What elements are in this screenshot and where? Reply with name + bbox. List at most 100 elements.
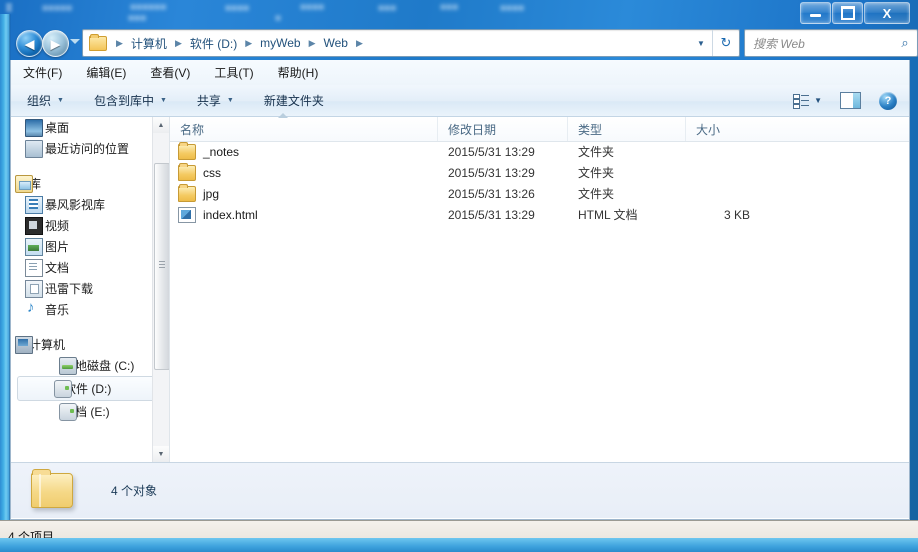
blurred-desktop-text: ■■■■ (300, 2, 325, 13)
address-bar[interactable]: ▶ 计算机 ▶ 软件 (D:) ▶ myWeb ▶ Web ▶ ▼ ↻ (82, 29, 740, 57)
file-size-cell (686, 162, 772, 183)
share-button[interactable]: 共享 ▼ (197, 92, 234, 109)
sidebar-item-drive-e[interactable]: 文档 (E:) (11, 401, 169, 422)
breadcrumb-separator-icon: ▶ (245, 37, 253, 48)
sidebar-item-videos[interactable]: 视频 (11, 215, 169, 236)
menu-item-edit[interactable]: 编辑(E) (86, 64, 126, 81)
pictures-icon (25, 237, 43, 256)
breadcrumb-item-drive-d[interactable]: 软件 (D:) (188, 35, 239, 52)
address-bar-right-controls: ▼ ↻ (690, 30, 739, 56)
breadcrumb-item-web[interactable]: Web (321, 36, 349, 50)
address-dropdown-icon[interactable]: ▼ (690, 39, 712, 48)
sidebar-item-label: 桌面 (45, 121, 70, 135)
sidebar-group-computer[interactable]: 计算机 (11, 334, 169, 355)
search-icon: ⌕ (901, 35, 909, 50)
table-row[interactable]: index.html 2015/5/31 13:29 HTML 文档 3 KB (170, 204, 909, 225)
table-row[interactable]: css 2015/5/31 13:29 文件夹 (170, 162, 909, 183)
breadcrumb-separator-icon: ▶ (174, 37, 182, 48)
column-header-size[interactable]: 大小 (686, 117, 772, 141)
menu-item-tools[interactable]: 工具(T) (214, 64, 253, 81)
preview-pane-icon[interactable] (840, 92, 861, 109)
file-type-cell: 文件夹 (578, 166, 615, 180)
change-view-icon[interactable] (793, 93, 810, 109)
command-toolbar: 组织 ▼ 包含到库中 ▼ 共享 ▼ 新建文件夹 ▼ ? (11, 85, 909, 117)
sidebar-item-thunder-downloads[interactable]: 迅雷下载 (11, 278, 169, 299)
back-button[interactable]: ◀ (16, 30, 43, 57)
maximize-button[interactable] (832, 2, 863, 24)
view-dropdown-icon[interactable]: ▼ (814, 96, 822, 105)
scroll-down-button[interactable]: ▼ (153, 446, 169, 462)
blurred-desktop-text: ■■■■■■ (130, 2, 167, 13)
recent-locations-dropdown-icon[interactable] (70, 39, 80, 44)
blurred-desktop-text: ■■■■ (225, 3, 250, 14)
organize-button[interactable]: 组织 ▼ (27, 92, 64, 109)
file-date-cell: 2015/5/31 13:29 (448, 165, 535, 180)
file-date-cell: 2015/5/31 13:26 (448, 186, 535, 201)
file-size-cell (686, 183, 772, 204)
sidebar-item-label: 视频 (45, 219, 70, 233)
new-folder-button[interactable]: 新建文件夹 (264, 92, 324, 109)
menu-item-file[interactable]: 文件(F) (23, 64, 62, 81)
file-name-cell[interactable]: css (170, 162, 438, 183)
sidebar-group-libraries[interactable]: 库 (11, 173, 169, 194)
column-header-label: 类型 (578, 122, 603, 137)
window-controls: X (799, 2, 910, 24)
minimize-icon (810, 14, 821, 17)
menu-item-view[interactable]: 查看(V) (150, 64, 190, 81)
column-header-name[interactable]: 名称 (170, 113, 438, 141)
sidebar-item-label: 暴风影视库 (45, 198, 106, 212)
desktop-background-bottom (0, 538, 918, 552)
file-name-cell[interactable]: index.html (170, 204, 438, 225)
menu-item-help[interactable]: 帮助(H) (278, 64, 319, 81)
sidebar-item-label: 图片 (45, 240, 70, 254)
sidebar-item-music[interactable]: 音乐 (11, 299, 169, 320)
sidebar-item-baofeng-library[interactable]: 暴风影视库 (11, 194, 169, 215)
file-name-cell[interactable]: jpg (170, 183, 438, 204)
scrollbar-thumb[interactable] (154, 163, 169, 370)
music-icon (25, 299, 41, 318)
sidebar-item-label: 计算机 (29, 338, 66, 352)
file-list-pane: 名称 修改日期 类型 大小 _notes 2015/5/31 13:29 文件夹… (170, 113, 909, 462)
video-icon (25, 216, 43, 235)
chevron-down-icon: ▼ (57, 97, 64, 104)
sidebar-item-documents[interactable]: 文档 (11, 257, 169, 278)
share-label: 共享 (196, 94, 221, 108)
breadcrumb-item-computer[interactable]: 计算机 (129, 35, 169, 52)
sidebar-item-desktop[interactable]: 桌面 (11, 117, 169, 138)
help-icon[interactable]: ? (879, 91, 897, 110)
video-library-icon (25, 195, 43, 214)
file-type-cell: 文件夹 (578, 145, 615, 159)
file-name-label: _notes (203, 144, 240, 159)
column-header-label: 名称 (180, 122, 205, 137)
new-folder-label: 新建文件夹 (263, 94, 324, 108)
scroll-up-button[interactable]: ▲ (153, 117, 169, 133)
library-icon (15, 174, 33, 193)
drive-icon (54, 379, 72, 398)
sidebar-item-local-disk-c[interactable]: 本地磁盘 (C:) (11, 355, 169, 376)
table-row[interactable]: jpg 2015/5/31 13:26 文件夹 (170, 183, 909, 204)
close-button[interactable]: X (864, 2, 910, 24)
sidebar-item-recent-places[interactable]: 最近访问的位置 (11, 138, 169, 159)
breadcrumb-item-myweb[interactable]: myWeb (258, 36, 302, 50)
search-input[interactable]: 搜索 Web (745, 35, 893, 52)
column-header-type[interactable]: 类型 (568, 117, 686, 141)
forward-button[interactable]: ▶ (42, 30, 69, 57)
file-name-cell[interactable]: _notes (170, 141, 438, 162)
refresh-button[interactable]: ↻ (712, 30, 739, 56)
column-header-label: 修改日期 (448, 122, 497, 137)
sidebar-item-pictures[interactable]: 图片 (11, 236, 169, 257)
column-header-date[interactable]: 修改日期 (438, 117, 568, 141)
folder-icon (178, 141, 196, 160)
table-row[interactable]: _notes 2015/5/31 13:29 文件夹 (170, 141, 909, 162)
navigation-scrollbar[interactable]: ▲ ▼ (152, 117, 169, 462)
chevron-down-icon: ▼ (226, 97, 234, 104)
sidebar-item-drive-d[interactable]: 软件 (D:) (17, 376, 165, 401)
minimize-button[interactable] (800, 2, 831, 24)
include-in-library-button[interactable]: 包含到库中 ▼ (94, 92, 167, 109)
file-name-label: css (203, 165, 221, 180)
search-box[interactable]: 搜索 Web ⌕ (744, 29, 918, 57)
file-name-label: jpg (203, 186, 220, 201)
explorer-window: X ◀ ▶ ▶ 计算机 ▶ 软件 (D:) ▶ myWeb ▶ Web ▶ ▼ … (0, 2, 918, 552)
